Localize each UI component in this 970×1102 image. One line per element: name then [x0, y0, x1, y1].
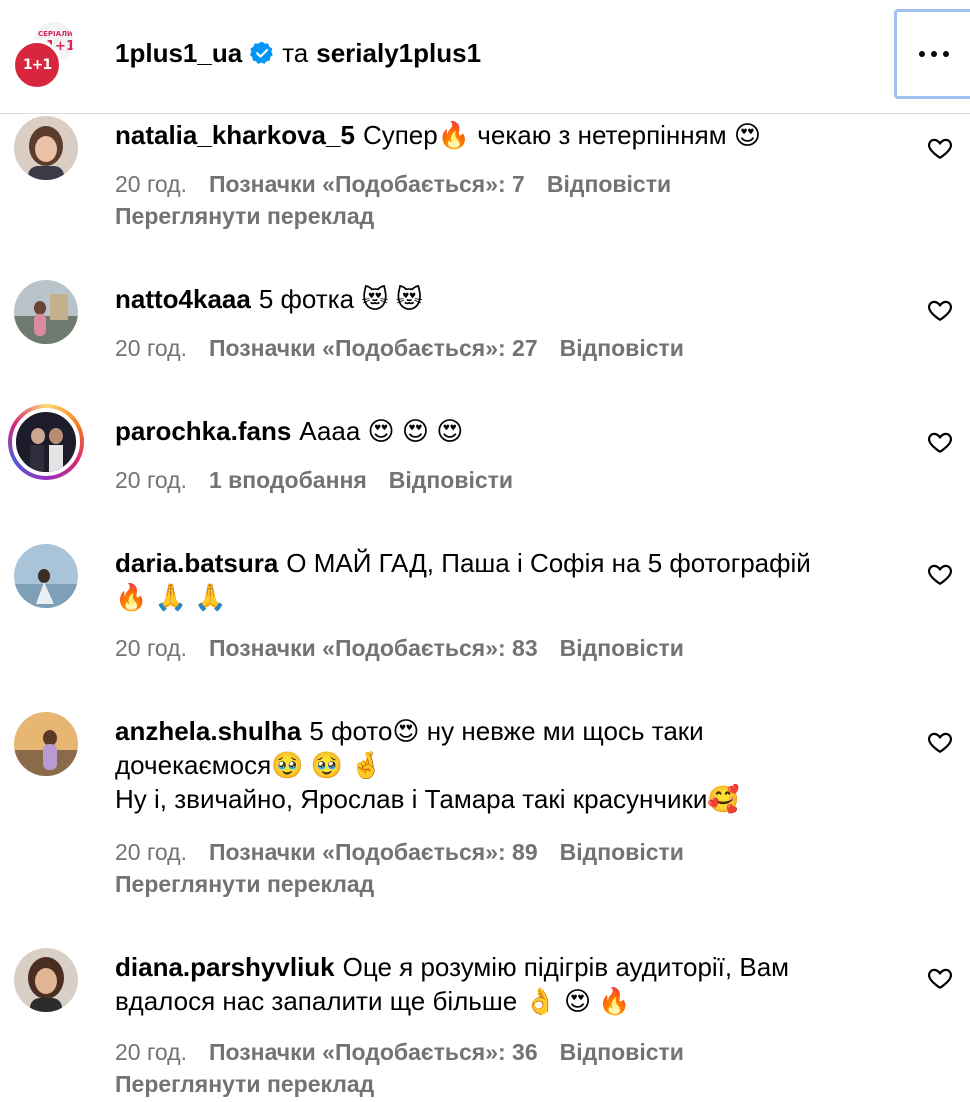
heart-outline-icon[interactable]	[927, 429, 953, 455]
more-options-icon-dot	[931, 51, 937, 57]
account-avatar[interactable]: 1+1	[12, 40, 62, 90]
commenter-avatar[interactable]	[14, 544, 78, 608]
comment-text: Аааа 😍 😍 😍	[299, 416, 464, 446]
comment-body: natalia_kharkova_5 Супер🔥 чекаю з нетерпі…	[115, 118, 905, 152]
comment-text-line2: дочекаємося🥹 🥹 🤞	[115, 750, 383, 780]
header-title: 1plus1_ua та serialy1plus1	[115, 36, 481, 70]
comment-text-line2: вдалося нас запалити ще більше 👌 😍 🔥	[115, 986, 631, 1016]
comment-body: diana.parshyvliuk Оце я розумію підігрів …	[115, 950, 905, 1018]
comment-meta: 20 год. Позначки «Подобається»: 36 Відпові…	[115, 1037, 684, 1067]
commenter-avatar[interactable]	[14, 280, 78, 344]
collab-username[interactable]: serialy1plus1	[316, 36, 481, 70]
serialy-avatar-text: СЕРІАЛИ	[38, 30, 73, 38]
heart-outline-icon[interactable]	[927, 729, 953, 755]
comment-username[interactable]: anzhela.shulha	[115, 716, 301, 746]
comment-text: Оце я розумію підігрів аудиторії, Вам	[342, 952, 790, 982]
commenter-avatar[interactable]	[14, 712, 78, 776]
avatar-photo	[14, 116, 78, 180]
comment-time[interactable]: 20 год.	[115, 1039, 187, 1065]
comment-time[interactable]: 20 год.	[115, 839, 187, 865]
more-options-icon	[919, 51, 925, 57]
comment-likes[interactable]: 1 вподобання	[209, 467, 367, 493]
comment-body: parochka.fans Аааа 😍 😍 😍	[115, 414, 905, 448]
more-options-icon-dot	[943, 51, 949, 57]
comment-username[interactable]: daria.batsura	[115, 548, 278, 578]
reply-button[interactable]: Відповісти	[547, 171, 671, 197]
comment-text: Супер🔥 чекаю з нетерпінням 😍	[362, 120, 761, 150]
comment-meta: 20 год. Позначки «Подобається»: 83 Відпові…	[115, 633, 684, 663]
comment-username[interactable]: natto4kaaa	[115, 284, 251, 314]
avatar-photo	[14, 712, 78, 776]
comment-body: natto4kaaa 5 фотка 😻 😻	[115, 282, 905, 316]
reply-button[interactable]: Відповісти	[389, 467, 513, 493]
avatar-photo	[16, 412, 76, 472]
account-avatar-logo: 1+1	[22, 57, 52, 73]
account-username[interactable]: 1plus1_ua	[115, 36, 242, 70]
comment-meta: 20 год. Позначки «Подобається»: 27 Відпові…	[115, 333, 684, 363]
avatar-photo-frame	[12, 408, 80, 476]
heart-outline-icon[interactable]	[927, 965, 953, 991]
comment-text: 5 фото😍 ну невже ми щось таки	[309, 716, 704, 746]
avatar-photo	[14, 948, 78, 1012]
comment-username[interactable]: parochka.fans	[115, 416, 291, 446]
comment-likes[interactable]: Позначки «Подобається»: 7	[209, 171, 525, 197]
more-options-button[interactable]	[894, 9, 970, 99]
commenter-avatar-story[interactable]	[8, 404, 84, 480]
see-translation-button[interactable]: Переглянути переклад	[115, 1069, 374, 1099]
reply-button[interactable]: Відповісти	[560, 335, 684, 361]
comment-likes[interactable]: Позначки «Подобається»: 27	[209, 335, 538, 361]
comment-text-line3: Ну і, звичайно, Ярослав і Тамара такі кр…	[115, 784, 740, 814]
avatar-photo	[14, 544, 78, 608]
see-translation-button[interactable]: Переглянути переклад	[115, 201, 374, 231]
comment-meta: 20 год. Позначки «Подобається»: 7 Відповіс…	[115, 169, 671, 199]
comment-body: daria.batsura О МАЙ ГАД, Паша і Софія на …	[115, 546, 905, 614]
commenter-avatar[interactable]	[14, 116, 78, 180]
comment-time[interactable]: 20 год.	[115, 467, 187, 493]
comment-text: О МАЙ ГАД, Паша і Софія на 5 фотографій	[286, 548, 811, 578]
comment-username[interactable]: diana.parshyvliuk	[115, 952, 335, 982]
comment-time[interactable]: 20 год.	[115, 171, 187, 197]
commenter-avatar[interactable]	[14, 948, 78, 1012]
comment-time[interactable]: 20 год.	[115, 335, 187, 361]
verified-badge-icon	[250, 41, 273, 64]
reply-button[interactable]: Відповісти	[560, 1039, 684, 1065]
collab-avatars[interactable]: СЕРІАЛИ 1+1 1+1	[12, 20, 78, 90]
comment-meta: 20 год. Позначки «Подобається»: 89 Відпові…	[115, 837, 684, 867]
header-conjunction: та	[282, 38, 309, 68]
avatar-photo	[14, 280, 78, 344]
post-header: СЕРІАЛИ 1+1 1+1 1plus1_ua та serialy1plu…	[0, 0, 970, 114]
comment-likes[interactable]: Позначки «Подобається»: 36	[209, 1039, 538, 1065]
heart-outline-icon[interactable]	[927, 561, 953, 587]
comment-username[interactable]: natalia_kharkova_5	[115, 120, 355, 150]
comment-time[interactable]: 20 год.	[115, 635, 187, 661]
comment-body: anzhela.shulha 5 фото😍 ну невже ми щось т…	[115, 714, 905, 816]
comment-text-line2: 🔥 🙏 🙏	[115, 582, 227, 612]
comment-meta: 20 год. 1 вподобання Відповісти	[115, 465, 513, 495]
comment-text: 5 фотка 😻 😻	[258, 284, 423, 314]
heart-outline-icon[interactable]	[927, 297, 953, 323]
reply-button[interactable]: Відповісти	[560, 839, 684, 865]
comment-likes[interactable]: Позначки «Подобається»: 83	[209, 635, 538, 661]
reply-button[interactable]: Відповісти	[560, 635, 684, 661]
heart-outline-icon[interactable]	[927, 135, 953, 161]
comment-likes[interactable]: Позначки «Подобається»: 89	[209, 839, 538, 865]
see-translation-button[interactable]: Переглянути переклад	[115, 869, 374, 899]
